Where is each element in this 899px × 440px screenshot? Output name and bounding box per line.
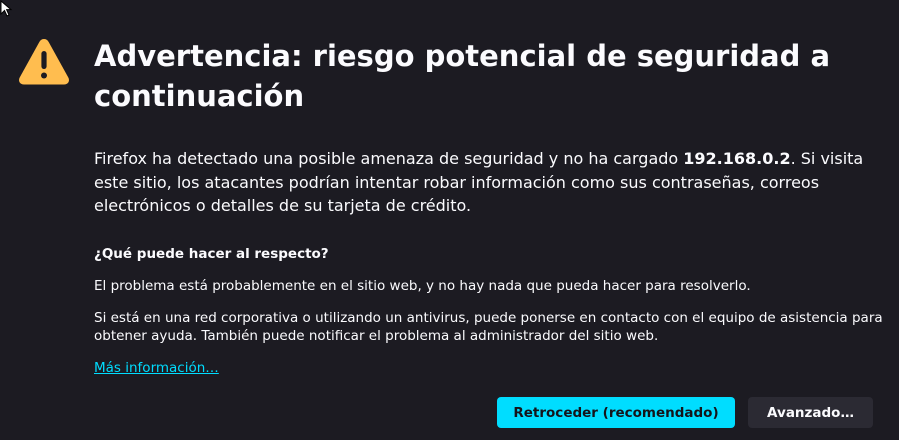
help-paragraph-network: Si está en una red corporativa o utiliza…: [94, 310, 883, 344]
mouse-cursor-icon: [0, 0, 13, 17]
host-address: 192.168.0.2: [683, 149, 791, 168]
help-heading: ¿Qué puede hacer al respecto?: [94, 246, 329, 262]
intro-text-start: Firefox ha detectado una posible amenaza…: [94, 149, 684, 168]
error-page: Advertencia: riesgo potencial de segurid…: [0, 0, 899, 440]
page-title: Advertencia: riesgo potencial de segurid…: [94, 39, 831, 113]
go-back-button[interactable]: Retroceder (recomendado): [497, 397, 735, 428]
learn-more-link[interactable]: Más información…: [94, 358, 219, 378]
warning-icon: [19, 39, 69, 85]
help-paragraph-website: El problema está probablemente en el sit…: [94, 278, 751, 294]
intro-paragraph: Firefox ha detectado una posible amenaza…: [94, 147, 884, 218]
advanced-button[interactable]: Avanzado…: [748, 397, 873, 428]
